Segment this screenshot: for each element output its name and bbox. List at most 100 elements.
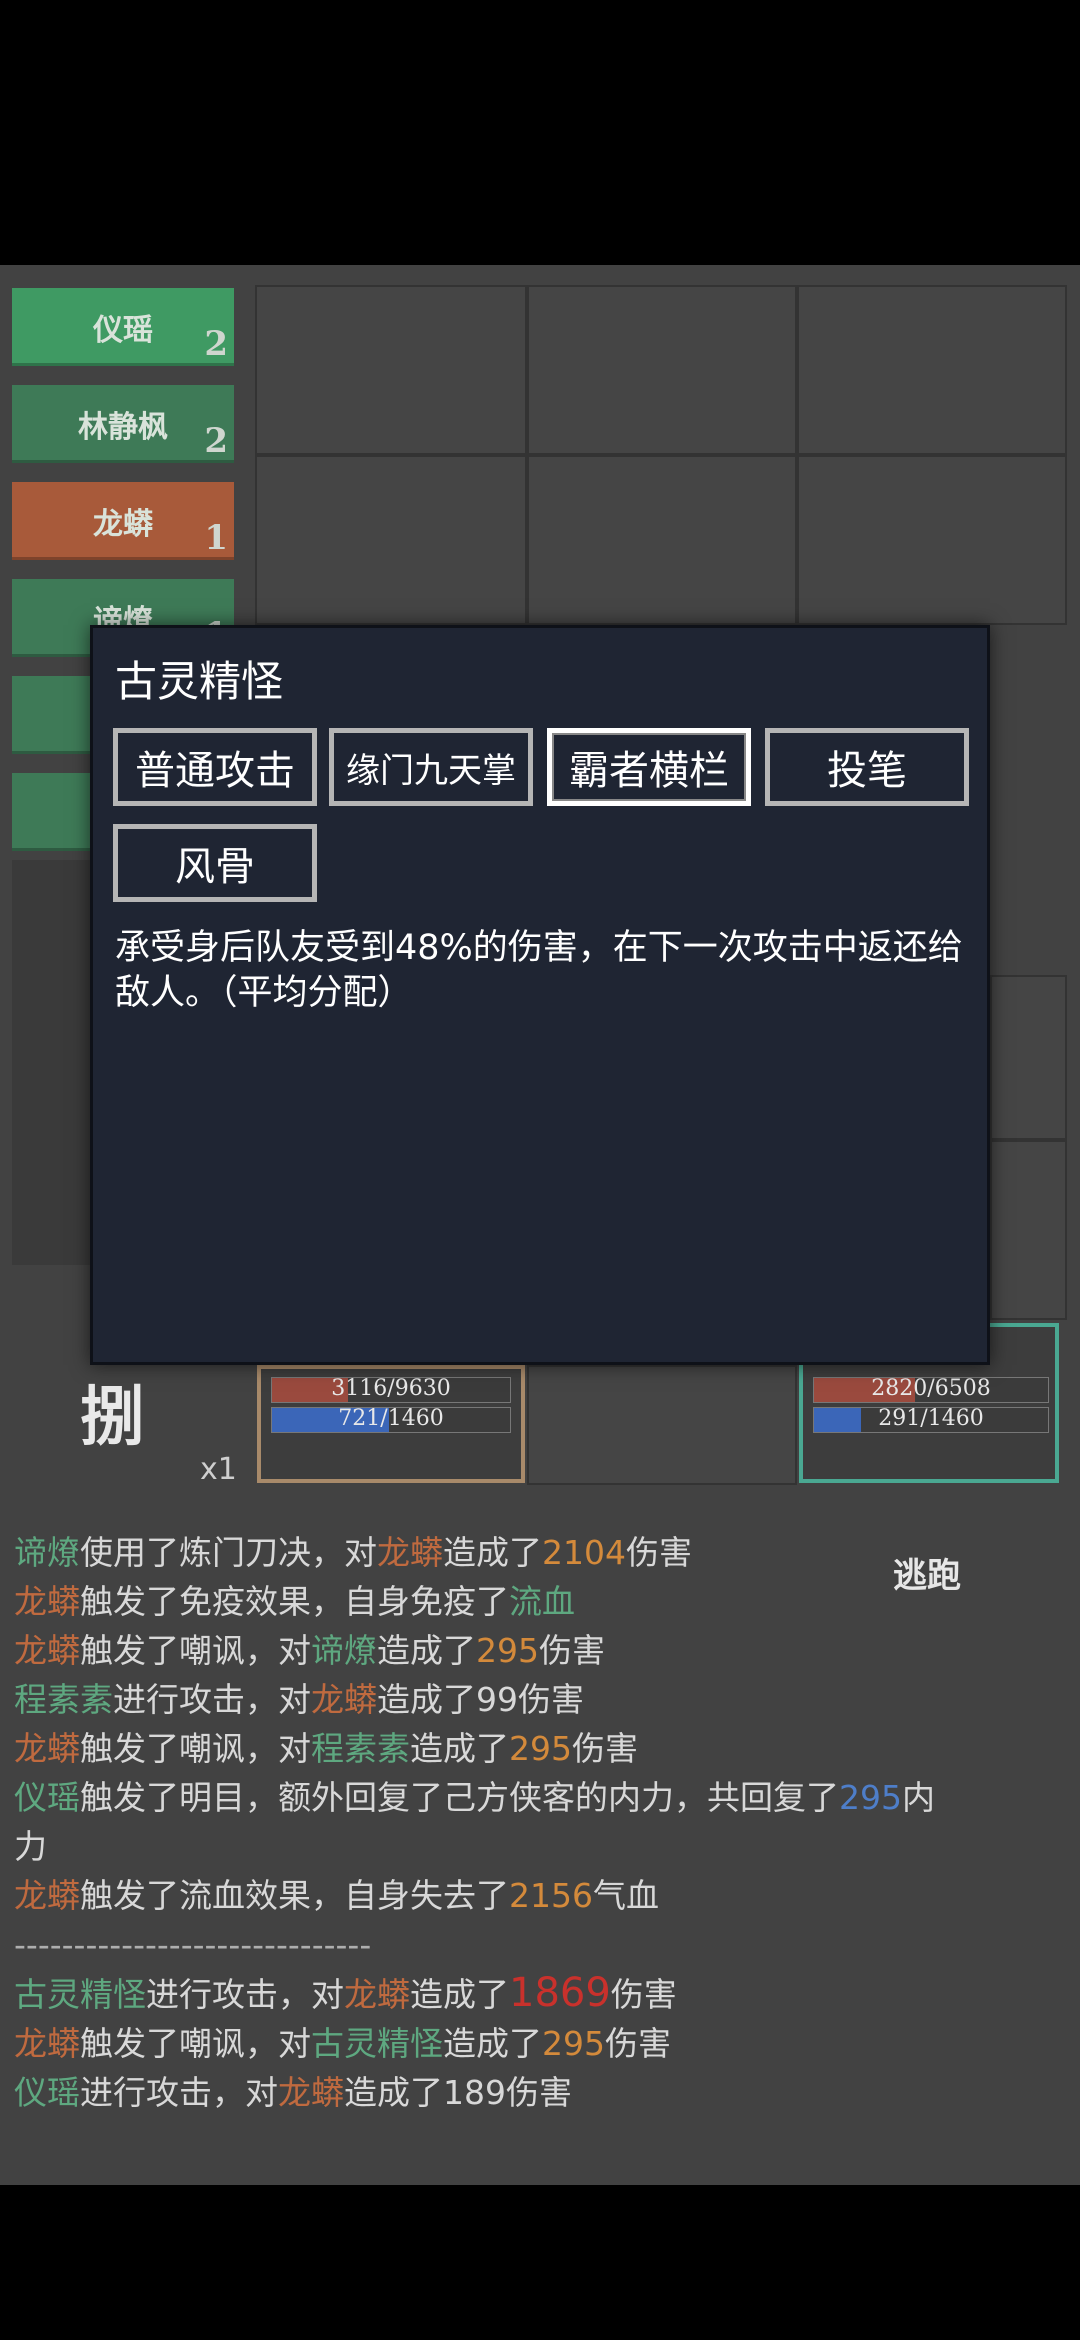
log-segment: 仪瑶	[14, 2073, 80, 2112]
log-segment: 触发了免疫效果，自身免疫了	[80, 1582, 509, 1621]
log-segment: 进行攻击，对	[146, 1975, 344, 2014]
log-segment: 造成了99伤害	[377, 1680, 584, 1719]
log-segment: 龙蟒	[344, 1975, 410, 2014]
log-segment: 古灵精怪	[311, 2024, 443, 2063]
log-line: 龙蟒触发了流血效果，自身失去了2156气血	[14, 1871, 1064, 1920]
hp-text: 3116/9630	[331, 1376, 451, 1401]
log-segment: 造成了	[410, 1729, 509, 1768]
log-line: 仪瑶触发了明目，额外回复了己方侠客的内力，共回复了295内	[14, 1773, 1064, 1822]
log-segment: 造成了189伤害	[344, 2073, 572, 2112]
skill-button-normal-attack[interactable]: 普通攻击	[113, 728, 317, 806]
speed-multiplier[interactable]: x1	[200, 1452, 237, 1487]
roster-name: 龙蟒	[93, 507, 153, 542]
log-segment: 1869	[509, 1970, 611, 2016]
log-segment: 伤害	[605, 2024, 671, 2063]
log-segment: 仪瑶	[14, 1778, 80, 1817]
log-segment: 力	[14, 1827, 47, 1866]
roster-name: 仪瑶	[93, 313, 153, 348]
roster-item-linjingfeng[interactable]: 林静枫 2	[12, 385, 234, 463]
roster-name: 林静枫	[78, 410, 168, 445]
log-segment: 进行攻击，对	[113, 1680, 311, 1719]
skill-description: 承受身后队友受到48%的伤害，在下一次攻击中返还给敌人。（平均分配）	[115, 928, 963, 1013]
roster-count: 1	[204, 518, 228, 558]
hp-bar: 3116/9630	[271, 1376, 511, 1403]
log-segment: 使用了炼门刀决，对	[80, 1533, 377, 1572]
skill-dialog: 古灵精怪 普通攻击 缘门九天掌 霸者横栏 投笔 风骨 承受身后队友受到48%的伤…	[90, 625, 990, 1365]
unit-card-left[interactable]: 3116/9630 721/1460	[257, 1365, 525, 1483]
board-cell[interactable]	[797, 285, 1067, 455]
log-segment: 龙蟒	[14, 2024, 80, 2063]
skill-button-toubi[interactable]: 投笔	[765, 728, 969, 806]
log-segment: 伤害	[610, 1975, 677, 2014]
board-cell[interactable]	[527, 455, 797, 625]
skill-glyph[interactable]: 捌	[80, 1366, 144, 1458]
log-segment: 谛燎	[311, 1631, 377, 1670]
log-segment: 伤害	[539, 1631, 605, 1670]
log-segment: 伤害	[572, 1729, 638, 1768]
log-segment: 流血	[509, 1582, 575, 1621]
log-segment: 程素素	[311, 1729, 410, 1768]
roster-item-yiyao[interactable]: 仪瑶 2	[12, 288, 234, 366]
hp-text: 2820/6508	[871, 1376, 991, 1401]
log-segment: 造成了	[443, 1533, 542, 1572]
log-segment: 295	[476, 1631, 539, 1670]
log-line: 仪瑶进行攻击，对龙蟒造成了189伤害	[14, 2068, 1064, 2117]
log-segment: 龙蟒	[311, 1680, 377, 1719]
log-segment: 古灵精怪	[14, 1975, 146, 2014]
log-segment: ------------------------------	[14, 1925, 372, 1964]
board-cell[interactable]	[990, 975, 1067, 1140]
skill-button-bazhe[interactable]: 霸者横栏	[547, 728, 751, 806]
battle-log: 谛燎使用了炼门刀决，对龙蟒造成了2104伤害 龙蟒触发了免疫效果，自身免疫了流血龙…	[14, 1528, 1064, 2117]
log-segment: 295	[839, 1778, 902, 1817]
log-segment: 295	[509, 1729, 572, 1768]
log-segment: 谛燎	[14, 1533, 80, 1572]
skill-button-fenggu[interactable]: 风骨	[113, 824, 317, 902]
log-segment: 触发了嘲讽，对	[80, 1631, 311, 1670]
log-segment: 2104	[542, 1533, 626, 1572]
log-segment: 伤害	[625, 1533, 692, 1572]
board-cell[interactable]	[255, 285, 527, 455]
skill-button-yuanmen[interactable]: 缘门九天掌	[329, 728, 533, 806]
roster-count: 2	[204, 324, 228, 364]
log-segment: 触发了嘲讽，对	[80, 1729, 311, 1768]
log-line: 龙蟒触发了嘲讽，对程素素造成了295伤害	[14, 1724, 1064, 1773]
log-segment: 造成了	[377, 1631, 476, 1670]
mp-text: 721/1460	[338, 1406, 444, 1431]
log-segment: 触发了流血效果，自身失去了	[80, 1876, 509, 1915]
board-cell[interactable]	[990, 1140, 1067, 1320]
roster-item-longmang[interactable]: 龙蟒 1	[12, 482, 234, 560]
log-segment: 程素素	[14, 1680, 113, 1719]
log-segment: 龙蟒	[278, 2073, 344, 2112]
board-cell[interactable]	[797, 455, 1067, 625]
log-line: 龙蟒触发了嘲讽，对谛燎造成了295伤害	[14, 1626, 1064, 1675]
log-segment: 龙蟒	[14, 1729, 80, 1768]
mp-bar: 291/1460	[813, 1406, 1049, 1433]
log-segment: 进行攻击，对	[80, 2073, 278, 2112]
dialog-title: 古灵精怪	[115, 657, 284, 706]
roster-count: 2	[204, 421, 228, 461]
log-line: 力	[14, 1822, 1064, 1871]
board-cell[interactable]	[527, 285, 797, 455]
board-cell[interactable]	[527, 1365, 797, 1485]
mp-bar: 721/1460	[271, 1406, 511, 1433]
log-segment: 内	[902, 1778, 935, 1817]
hp-bar: 2820/6508	[813, 1376, 1049, 1403]
log-segment: 2156	[509, 1876, 593, 1915]
log-line: 古灵精怪进行攻击，对龙蟒造成了1869伤害	[14, 1969, 1064, 2019]
log-segment: 造成了	[410, 1975, 509, 2014]
log-segment: 龙蟒	[14, 1876, 80, 1915]
log-segment: 龙蟒	[14, 1631, 80, 1670]
flee-button[interactable]: 逃跑	[893, 1548, 961, 1597]
log-segment: 气血	[592, 1876, 659, 1915]
log-line: 龙蟒触发了嘲讽，对古灵精怪造成了295伤害	[14, 2019, 1064, 2068]
log-segment: 龙蟒	[14, 1582, 80, 1621]
log-line: ------------------------------	[14, 1920, 1064, 1969]
board-cell[interactable]	[255, 455, 527, 625]
log-segment: 造成了	[443, 2024, 542, 2063]
log-line: 程素素进行攻击，对龙蟒造成了99伤害	[14, 1675, 1064, 1724]
log-segment: 龙蟒	[377, 1533, 443, 1572]
log-segment: 295	[542, 2024, 605, 2063]
log-segment: 触发了嘲讽，对	[80, 2024, 311, 2063]
mp-text: 291/1460	[878, 1406, 984, 1431]
log-segment: 触发了明目，额外回复了己方侠客的内力，共回复了	[80, 1778, 839, 1817]
